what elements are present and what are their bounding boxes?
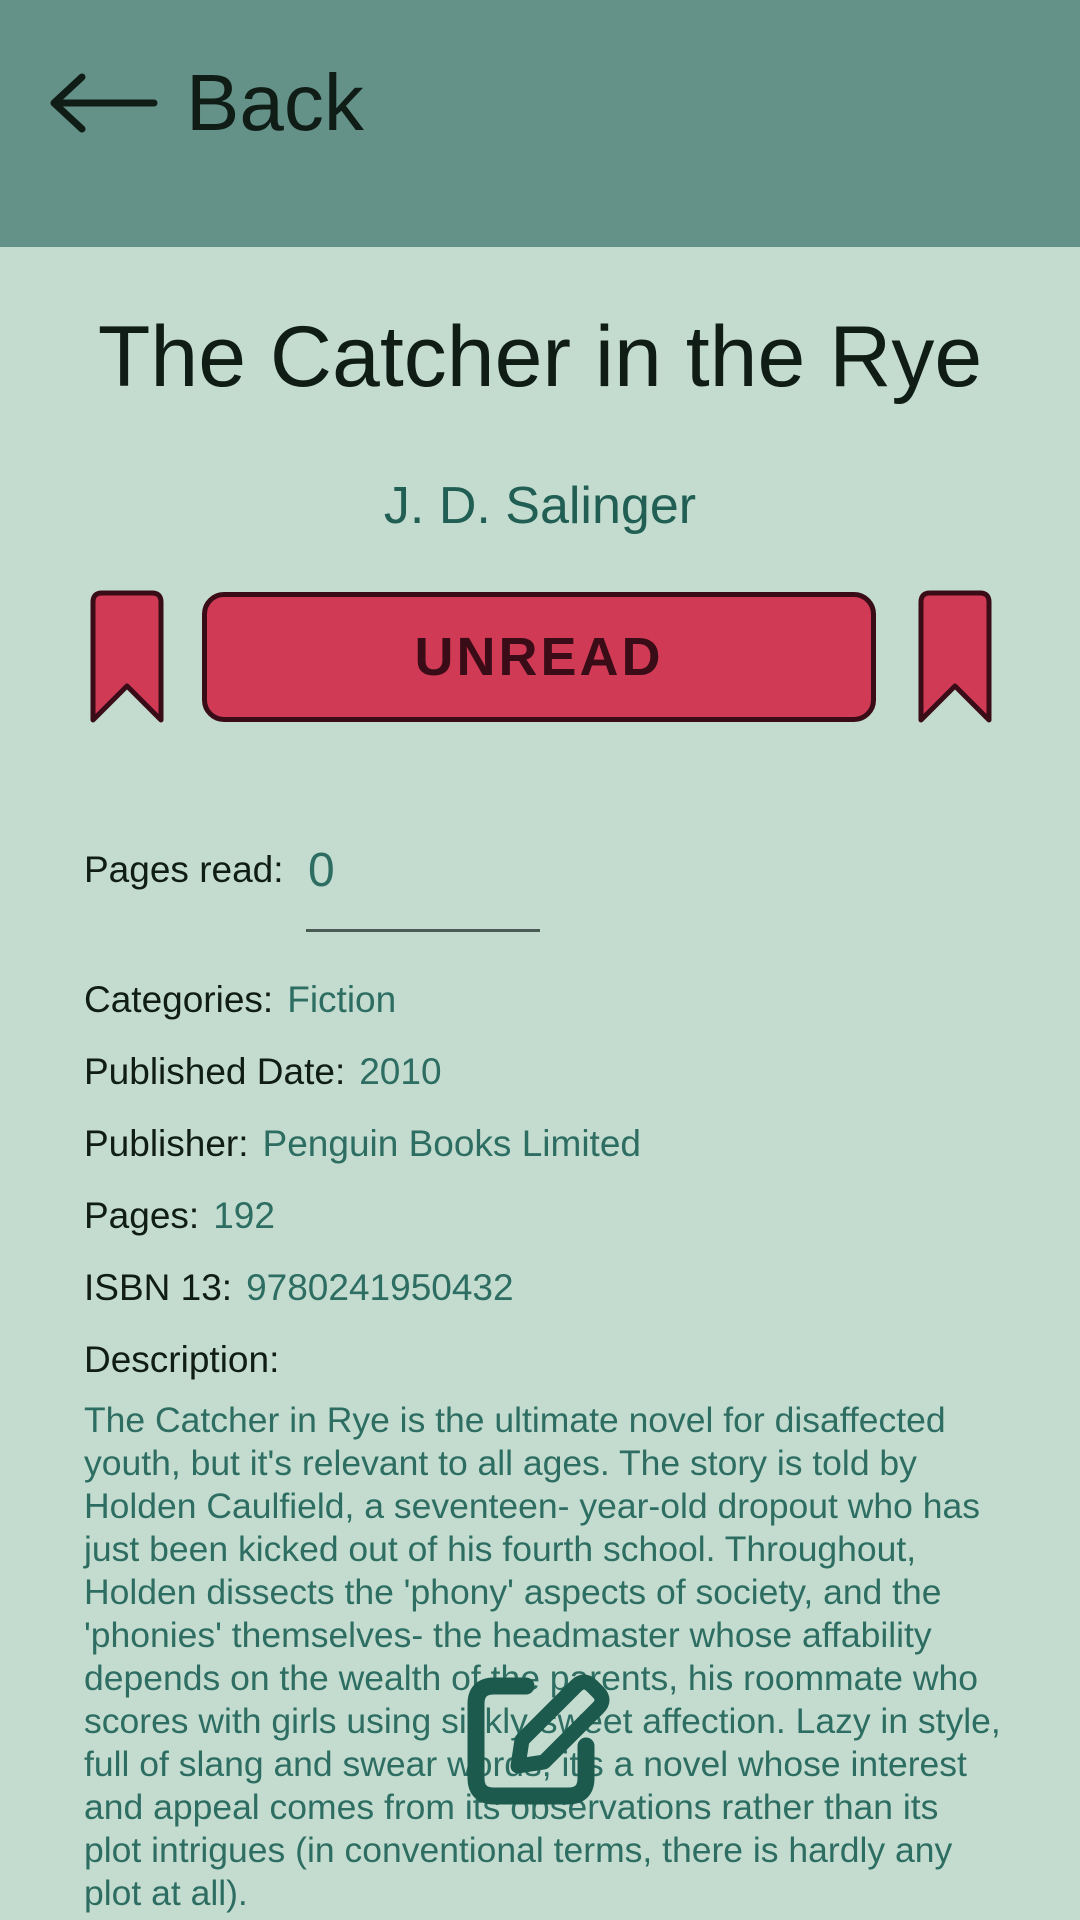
- categories-row: Categories: Fiction: [84, 978, 396, 1022]
- categories-value: Fiction: [287, 979, 397, 1020]
- publisher-value: Penguin Books Limited: [262, 1123, 641, 1164]
- pages-value: 192: [213, 1195, 275, 1236]
- back-label: Back: [186, 58, 364, 147]
- isbn-label: ISBN 13:: [84, 1267, 233, 1308]
- publisher-row: Publisher: Penguin Books Limited: [84, 1122, 641, 1166]
- pages-read-row: Pages read:: [84, 848, 284, 892]
- isbn-row: ISBN 13: 9780241950432: [84, 1266, 514, 1310]
- book-author: J. D. Salinger: [383, 477, 697, 535]
- arrow-left-icon: [48, 71, 158, 135]
- isbn-value: 9780241950432: [246, 1267, 514, 1308]
- read-status-button[interactable]: UNREAD: [202, 592, 876, 722]
- description-row: Description:: [84, 1338, 279, 1382]
- pages-label: Pages:: [84, 1195, 200, 1236]
- pages-read-label: Pages read:: [84, 849, 284, 890]
- publisher-label: Publisher:: [84, 1123, 249, 1164]
- description-text: The Catcher in Rye is the ultimate novel…: [84, 1400, 1001, 1913]
- published-date-row: Published Date: 2010: [84, 1050, 442, 1094]
- published-date-label: Published Date:: [84, 1051, 346, 1092]
- bookmark-icon[interactable]: [90, 590, 164, 726]
- pages-row: Pages: 192: [84, 1194, 275, 1238]
- book-title: The Catcher in the Rye: [97, 309, 983, 405]
- pages-read-input[interactable]: 0: [306, 838, 540, 932]
- edit-icon: [460, 1674, 620, 1828]
- back-button[interactable]: Back: [48, 58, 364, 148]
- edit-button[interactable]: [460, 1664, 620, 1824]
- top-app-bar: Back: [0, 0, 1080, 247]
- description-label: Description:: [84, 1339, 280, 1380]
- published-date-value: 2010: [359, 1051, 442, 1092]
- bookmark-icon[interactable]: [918, 590, 992, 726]
- categories-label: Categories:: [84, 979, 274, 1020]
